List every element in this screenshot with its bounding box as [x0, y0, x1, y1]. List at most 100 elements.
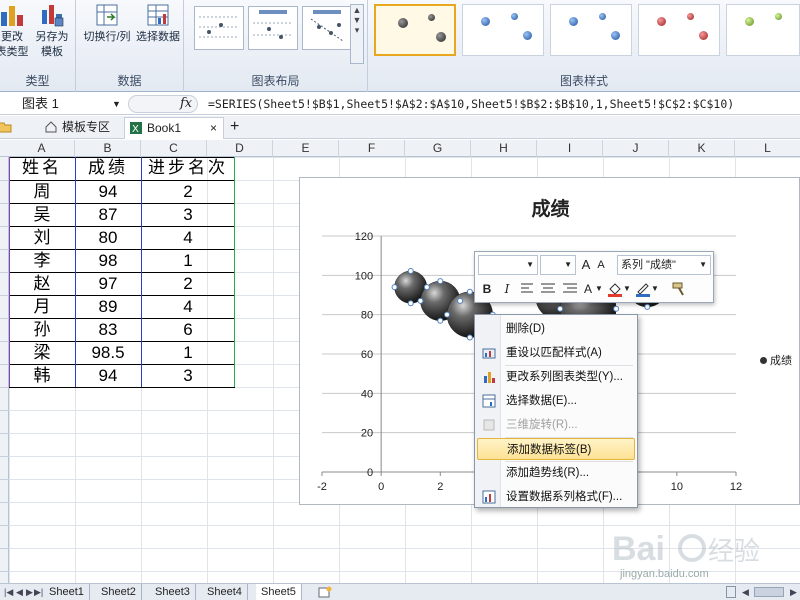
table-cell[interactable]: 2 — [141, 272, 235, 295]
table-cell[interactable]: 4 — [141, 295, 235, 318]
tab-template-zone[interactable]: 模板专区 — [40, 117, 122, 139]
layout-option-2[interactable] — [248, 6, 298, 50]
table-cell[interactable]: 94 — [75, 180, 141, 203]
font-color-a-icon[interactable]: A — [581, 279, 595, 299]
save-as-template-button[interactable]: 另存为 模板 — [32, 2, 72, 60]
font-name-dropdown-icon[interactable]: ▼ — [526, 256, 534, 274]
table-cell[interactable]: 80 — [75, 226, 141, 249]
table-cell[interactable]: 周 — [9, 180, 75, 203]
layout-option-3[interactable] — [302, 6, 352, 50]
hscroll-thumb[interactable] — [754, 587, 784, 597]
context-menu-item-2[interactable]: 更改系列图表类型(Y)... — [477, 366, 635, 388]
hscroll-right-icon[interactable]: ▶ — [790, 584, 797, 600]
column-header-e[interactable]: E — [273, 140, 339, 157]
context-menu-item-7[interactable]: 设置数据系列格式(F)... — [477, 486, 635, 508]
series-dropdown-icon[interactable]: ▼ — [699, 256, 707, 274]
table-cell[interactable]: 孙 — [9, 318, 75, 341]
select-data-button[interactable]: 选择数据 — [134, 2, 182, 45]
column-header-a[interactable]: A — [9, 140, 75, 157]
sheet-tab-sheet4[interactable]: Sheet4 — [202, 584, 248, 600]
chart-style-1[interactable] — [374, 4, 456, 56]
table-cell[interactable]: 1 — [141, 341, 235, 364]
fill-color-dropdown-icon[interactable]: ▼ — [623, 279, 631, 299]
add-tab-button[interactable]: + — [226, 117, 246, 139]
column-header-c[interactable]: C — [141, 140, 207, 157]
sheet-tab-sheet1[interactable]: Sheet1 — [44, 584, 90, 600]
bold-button[interactable]: B — [478, 279, 496, 299]
table-cell[interactable]: 1 — [141, 249, 235, 272]
table-cell[interactable]: 吴 — [9, 203, 75, 226]
name-box-dropdown-icon[interactable]: ▼ — [112, 95, 121, 113]
column-header-g[interactable]: G — [405, 140, 471, 157]
sheet-tab-sheet3[interactable]: Sheet3 — [150, 584, 196, 600]
table-cell[interactable]: 李 — [9, 249, 75, 272]
table-cell[interactable]: 87 — [75, 203, 141, 226]
align-icons[interactable] — [519, 282, 579, 296]
insert-sheet-icon[interactable] — [318, 586, 332, 598]
chart-style-5[interactable] — [726, 4, 800, 56]
table-cell[interactable]: 94 — [75, 364, 141, 387]
column-header-i[interactable]: I — [537, 140, 603, 157]
folder-tab[interactable] — [0, 117, 16, 139]
close-tab-icon[interactable]: × — [210, 118, 217, 138]
formula-input[interactable]: =SERIES(Sheet5!$B$1,Sheet5!$A$2:$A$10,Sh… — [208, 95, 734, 113]
layout-gallery-scroll[interactable]: ▲ ▼ ▾ — [350, 4, 364, 64]
switch-row-col-button[interactable]: 切换行/列 — [80, 2, 134, 45]
table-cell[interactable]: 98.5 — [75, 341, 141, 364]
table-cell[interactable]: 3 — [141, 364, 235, 387]
table-header-cell[interactable]: 成绩 — [75, 157, 141, 180]
table-cell[interactable]: 6 — [141, 318, 235, 341]
table-cell[interactable]: 韩 — [9, 364, 75, 387]
column-header-l[interactable]: L — [735, 140, 800, 157]
context-menu-item-1[interactable]: 重设以匹配样式(A) — [477, 342, 635, 364]
table-cell[interactable]: 赵 — [9, 272, 75, 295]
format-painter-icon[interactable] — [671, 281, 687, 297]
font-size-select[interactable]: ▼ — [540, 255, 576, 275]
font-shrink-button[interactable]: A — [594, 255, 608, 275]
hscroll-split-handle[interactable] — [726, 586, 736, 598]
last-sheet-icon[interactable]: ▶| — [34, 584, 43, 600]
table-cell[interactable]: 3 — [141, 203, 235, 226]
sheet-tab-sheet5[interactable]: Sheet5 — [256, 584, 302, 600]
column-header-h[interactable]: H — [471, 140, 537, 157]
context-menu-item-6[interactable]: 添加趋势线(R)... — [477, 462, 635, 484]
table-cell[interactable]: 83 — [75, 318, 141, 341]
table-cell[interactable]: 98 — [75, 249, 141, 272]
change-chart-type-button[interactable]: 更改 表类型 — [0, 2, 32, 60]
context-menu-item-3[interactable]: 选择数据(E)... — [477, 390, 635, 412]
fill-color-icon[interactable] — [607, 281, 623, 297]
column-header-f[interactable]: F — [339, 140, 405, 157]
column-header-k[interactable]: K — [669, 140, 735, 157]
font-name-select[interactable]: ▼ — [478, 255, 538, 275]
name-box[interactable]: 图表 1 — [0, 95, 125, 113]
series-select[interactable]: 系列 "成绩" ▼ — [617, 255, 711, 275]
column-header-d[interactable]: D — [207, 140, 273, 157]
table-header-cell[interactable]: 进步名次 — [141, 157, 235, 180]
context-menu-item-0[interactable]: 删除(D) — [477, 318, 635, 340]
outline-color-icon[interactable] — [635, 281, 651, 297]
prev-sheet-icon[interactable]: ◀ — [16, 584, 23, 600]
chart-style-4[interactable] — [638, 4, 720, 56]
chart-style-2[interactable] — [462, 4, 544, 56]
column-header-j[interactable]: J — [603, 140, 669, 157]
table-cell[interactable]: 97 — [75, 272, 141, 295]
hscroll-left-icon[interactable]: ◀ — [742, 584, 749, 600]
sheet-tab-sheet2[interactable]: Sheet2 — [96, 584, 142, 600]
next-sheet-icon[interactable]: ▶ — [26, 584, 33, 600]
table-cell[interactable]: 梁 — [9, 341, 75, 364]
table-cell[interactable]: 月 — [9, 295, 75, 318]
first-sheet-icon[interactable]: |◀ — [4, 584, 13, 600]
font-size-dropdown-icon[interactable]: ▼ — [564, 256, 572, 274]
italic-button[interactable]: I — [498, 279, 516, 299]
table-cell[interactable]: 4 — [141, 226, 235, 249]
context-menu-item-5[interactable]: 添加数据标签(B) — [477, 438, 635, 460]
font-color-dropdown-icon[interactable]: ▼ — [595, 279, 603, 299]
tab-book1[interactable]: X Book1 × — [124, 117, 224, 139]
chart-style-3[interactable] — [550, 4, 632, 56]
outline-color-dropdown-icon[interactable]: ▼ — [651, 279, 659, 299]
table-header-cell[interactable]: 姓名 — [9, 157, 75, 180]
column-header-b[interactable]: B — [75, 140, 141, 157]
legend[interactable]: 成绩 — [760, 352, 792, 368]
font-grow-button[interactable]: A — [579, 255, 593, 275]
table-cell[interactable]: 89 — [75, 295, 141, 318]
